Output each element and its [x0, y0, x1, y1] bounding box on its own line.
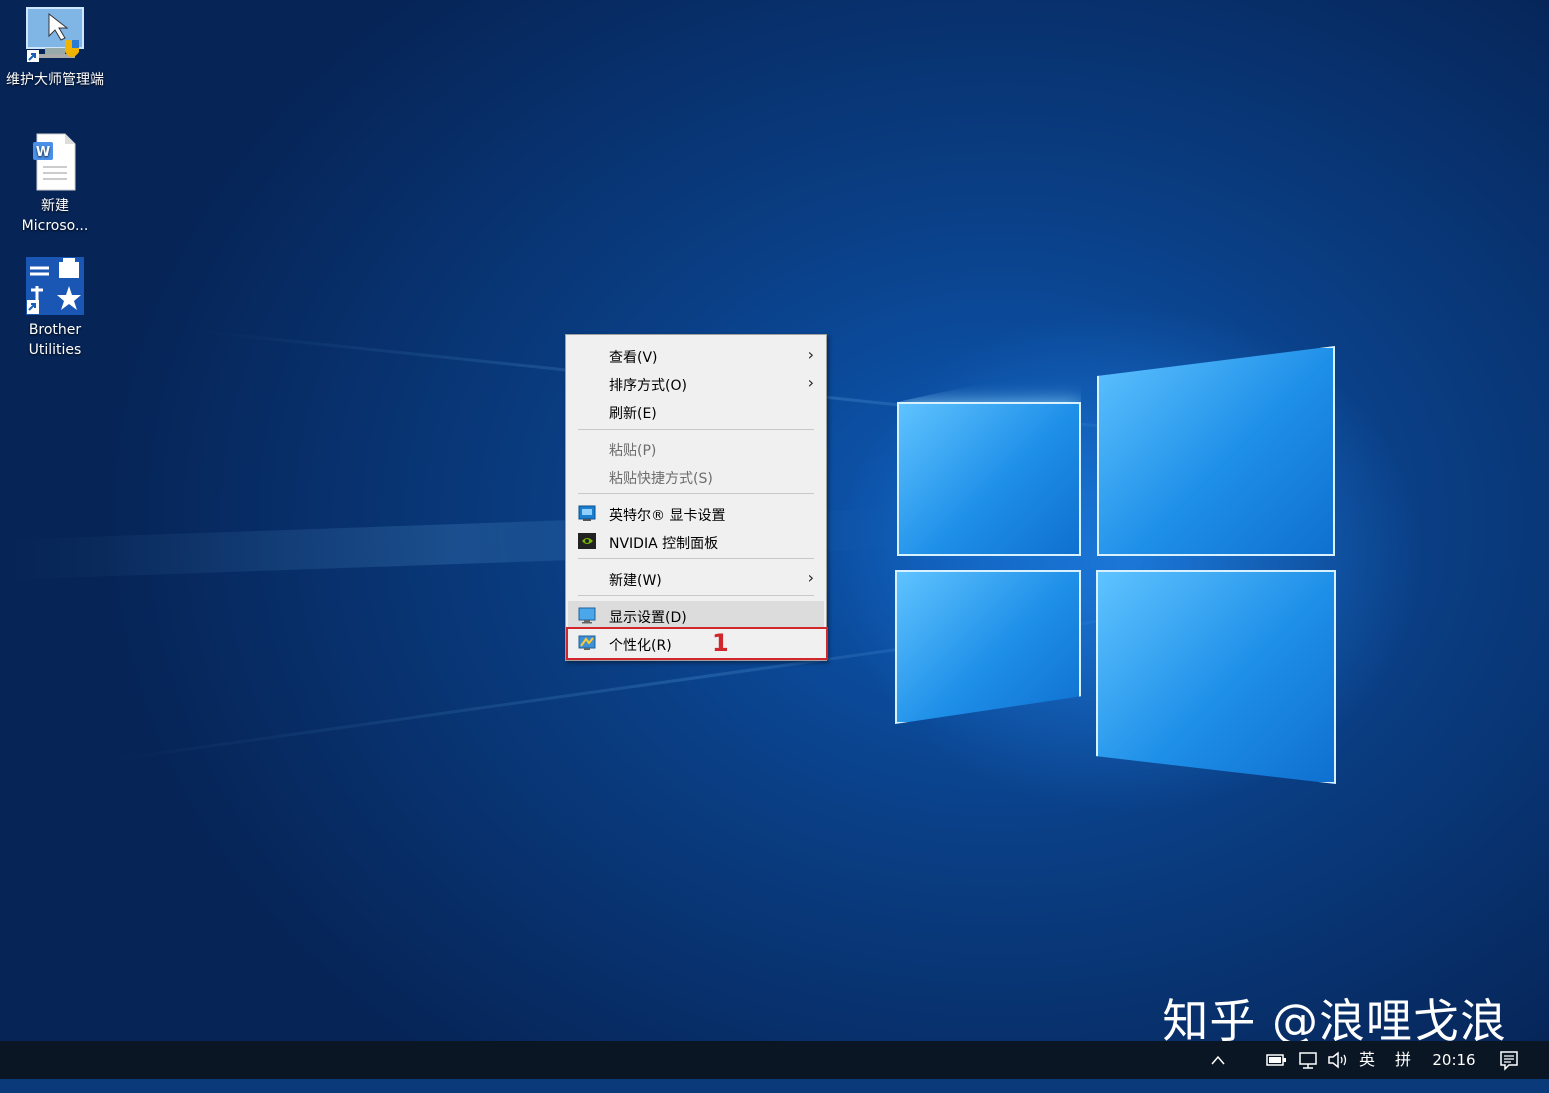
zhihu-watermark: 知乎 @浪哩戈浪 [1162, 994, 1507, 1041]
admin-console-icon [25, 6, 85, 66]
display-settings-icon [578, 606, 596, 624]
svg-text:W: W [36, 145, 50, 160]
menu-item-new[interactable]: 新建(W) › [568, 564, 824, 592]
menu-item-refresh[interactable]: 刷新(E) [568, 397, 824, 425]
menu-item-new-label: 新建(W) [609, 573, 662, 589]
menu-item-sort[interactable]: 排序方式(O) › [568, 369, 824, 397]
menu-item-view-label: 查看(V) [609, 350, 658, 366]
network-icon[interactable] [1294, 1041, 1322, 1079]
menu-item-intel-graphics[interactable]: 英特尔® 显卡设置 [568, 499, 824, 527]
menu-item-display-settings[interactable]: 显示设置(D) [568, 601, 824, 629]
menu-separator [578, 558, 814, 559]
chevron-right-icon: › [807, 568, 814, 587]
chevron-right-icon: › [807, 345, 814, 364]
desktop-context-menu: 查看(V) › 排序方式(O) › 刷新(E) 粘贴(P) 粘贴快捷方式(S) … [565, 334, 828, 661]
chevron-right-icon: › [807, 373, 814, 392]
volume-icon[interactable] [1324, 1041, 1352, 1079]
menu-item-paste-shortcut-label: 粘贴快捷方式(S) [609, 471, 713, 487]
menu-item-refresh-label: 刷新(E) [609, 406, 657, 422]
chevron-up-icon[interactable] [1200, 1041, 1236, 1079]
desktop-icon-admin[interactable]: 维护大师管理端 [5, 6, 105, 90]
desktop-icon-word-label: 新建 Microso... [21, 198, 89, 234]
desktop-background[interactable]: 维护大师管理端 W 新建 Microso... Brother Utilitie… [0, 0, 1549, 1041]
windows-logo-pane-tr [1097, 346, 1335, 556]
notification-icon[interactable] [1494, 1041, 1524, 1079]
input-language-indicator[interactable]: 英 [1354, 1041, 1380, 1079]
taskbar: 英 拼 20:16 [0, 1041, 1549, 1079]
windows-logo-pane-bl [895, 570, 1081, 724]
word-document-icon: W [25, 132, 85, 192]
annotation-highlight-box [566, 627, 828, 660]
battery-icon[interactable] [1262, 1041, 1290, 1079]
nvidia-icon [578, 532, 596, 550]
menu-item-nvidia-label: NVIDIA 控制面板 [609, 536, 719, 552]
menu-item-view[interactable]: 查看(V) › [568, 341, 824, 369]
menu-item-nvidia[interactable]: NVIDIA 控制面板 [568, 527, 824, 555]
menu-item-sort-label: 排序方式(O) [609, 378, 687, 394]
brother-utilities-icon [25, 256, 85, 316]
menu-item-intel-graphics-label: 英特尔® 显卡设置 [609, 508, 726, 524]
windows-logo-pane-tl [897, 402, 1081, 556]
menu-separator [578, 429, 814, 430]
windows-logo-pane-br [1096, 570, 1336, 784]
menu-item-display-settings-label: 显示设置(D) [609, 610, 687, 626]
menu-separator [578, 493, 814, 494]
menu-item-paste-label: 粘贴(P) [609, 443, 657, 459]
menu-separator [578, 595, 814, 596]
intel-graphics-icon [578, 504, 596, 522]
desktop-icon-admin-label: 维护大师管理端 [6, 72, 104, 88]
annotation-step-number: 1 [712, 629, 729, 657]
menu-item-paste: 粘贴(P) [568, 434, 824, 462]
desktop-icon-word[interactable]: W 新建 Microso... [5, 132, 105, 236]
desktop-icon-brother-label: Brother Utilities [28, 322, 82, 358]
ime-mode-indicator[interactable]: 拼 [1390, 1041, 1416, 1079]
desktop-icon-brother[interactable]: Brother Utilities [5, 256, 105, 360]
menu-item-paste-shortcut: 粘贴快捷方式(S) [568, 462, 824, 490]
system-clock[interactable]: 20:16 [1426, 1041, 1482, 1079]
